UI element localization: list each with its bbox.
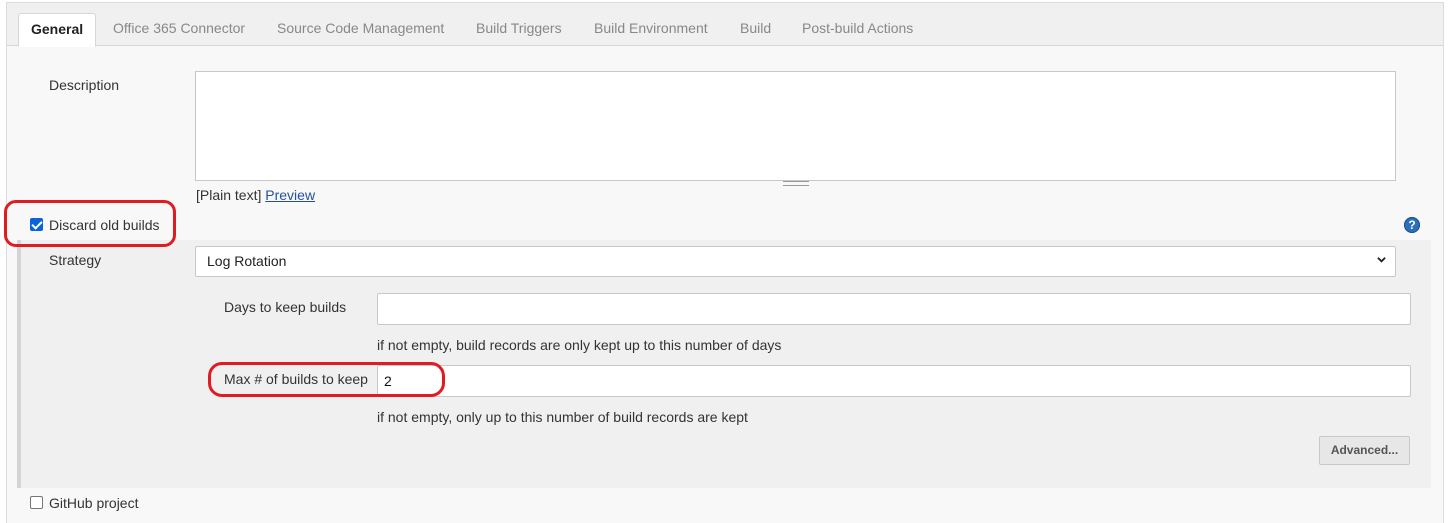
tab-general[interactable]: General <box>18 13 97 47</box>
days-to-keep-input[interactable] <box>377 293 1411 325</box>
description-format-line: [Plain text] Preview <box>196 187 315 203</box>
chevron-down-icon <box>1377 257 1386 263</box>
job-config-panel: General Office 365 Connector Source Code… <box>4 2 1444 523</box>
advanced-button[interactable]: Advanced... <box>1319 436 1410 465</box>
tab-build[interactable]: Build <box>728 13 783 47</box>
textarea-resize-handle[interactable] <box>783 181 809 186</box>
highlight-annotation-max-builds <box>208 362 445 397</box>
days-to-keep-help-text: if not empty, build records are only kep… <box>377 337 782 353</box>
tab-post-build-actions[interactable]: Post-build Actions <box>790 13 925 47</box>
strategy-selected-value: Log Rotation <box>207 253 287 269</box>
tab-source-code-management[interactable]: Source Code Management <box>265 13 456 47</box>
description-label: Description <box>49 77 120 93</box>
preview-link[interactable]: Preview <box>265 187 315 203</box>
max-builds-input[interactable]: 2 <box>377 365 1411 397</box>
highlight-annotation-discard <box>4 200 176 247</box>
strategy-label: Strategy <box>49 252 102 268</box>
tab-office-365-connector[interactable]: Office 365 Connector <box>101 13 257 47</box>
max-builds-help-text: if not empty, only up to this number of … <box>377 409 748 425</box>
github-project-label[interactable]: GitHub project <box>49 495 138 511</box>
help-question-icon[interactable]: ? <box>1404 217 1420 233</box>
config-tab-bar: General Office 365 Connector Source Code… <box>7 3 1443 47</box>
plain-text-label: [Plain text] <box>196 187 262 203</box>
tab-build-environment[interactable]: Build Environment <box>582 13 720 47</box>
description-textarea[interactable] <box>195 71 1396 181</box>
github-project-checkbox[interactable] <box>30 496 43 509</box>
days-to-keep-label: Days to keep builds <box>224 299 347 315</box>
strategy-select[interactable]: Log Rotation <box>195 246 1396 277</box>
tab-build-triggers[interactable]: Build Triggers <box>464 13 574 47</box>
